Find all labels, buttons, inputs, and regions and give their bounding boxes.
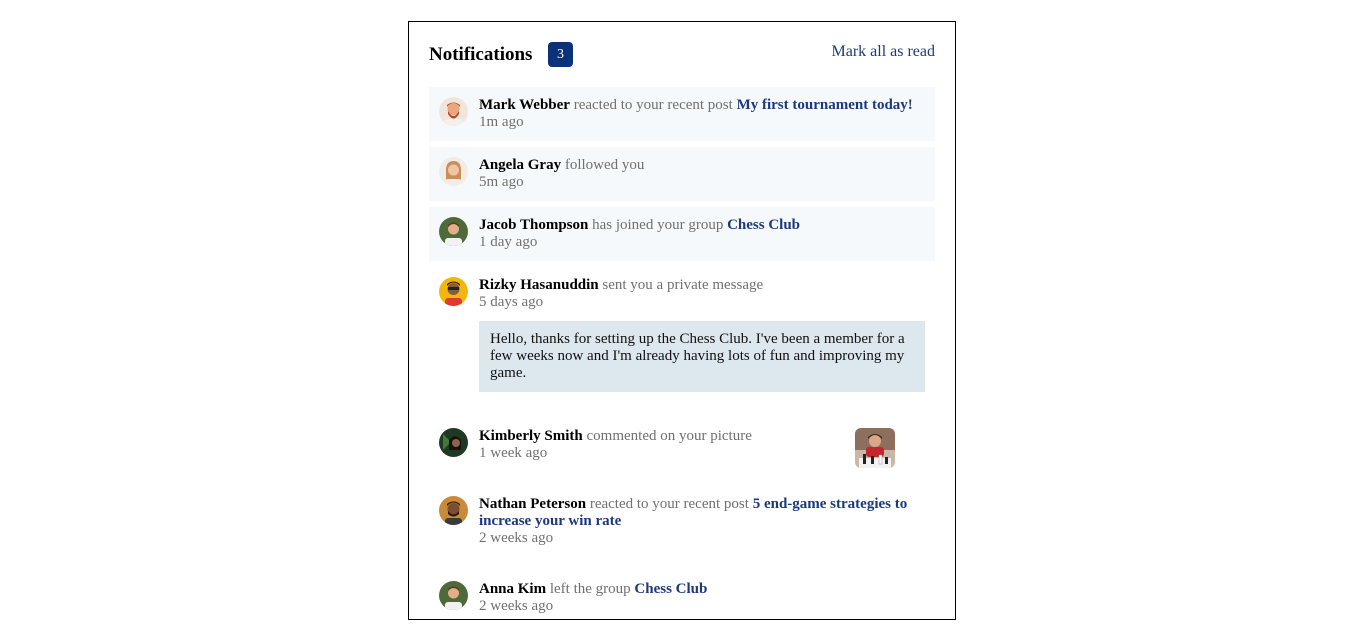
- notification-list: Mark Webber reacted to your recent post …: [429, 87, 935, 639]
- notification-item[interactable]: Angela Gray followed you 5m ago: [429, 147, 935, 201]
- notification-action: reacted to your recent post: [573, 97, 733, 113]
- page-title: Notifications: [429, 44, 533, 65]
- notification-time: 1m ago: [479, 114, 524, 130]
- avatar-icon[interactable]: [439, 428, 468, 457]
- notification-action: reacted to your recent post: [589, 496, 749, 512]
- mark-all-as-read-link[interactable]: Mark all as read: [831, 43, 935, 61]
- notification-user[interactable]: Angela Gray: [479, 157, 561, 173]
- avatar-icon[interactable]: [439, 277, 468, 306]
- notification-action: sent you a private message: [602, 277, 764, 293]
- avatar-icon[interactable]: [439, 97, 468, 126]
- notification-user[interactable]: Nathan Peterson: [479, 496, 586, 512]
- notification-target-link[interactable]: Chess Club: [634, 581, 707, 597]
- private-message-preview[interactable]: Hello, thanks for setting up the Chess C…: [479, 321, 925, 392]
- notification-time: 5m ago: [479, 174, 524, 190]
- avatar-icon[interactable]: [439, 217, 468, 246]
- notification-user[interactable]: Jacob Thompson: [479, 217, 588, 233]
- notification-target-link[interactable]: Chess Club: [727, 217, 800, 233]
- unread-count-badge: 3: [548, 42, 573, 67]
- notification-user[interactable]: Rizky Hasanuddin: [479, 277, 599, 293]
- avatar-icon[interactable]: [439, 581, 468, 610]
- notification-action: left the group: [549, 581, 631, 597]
- notification-action: has joined your group: [592, 217, 724, 233]
- notification-user[interactable]: Mark Webber: [479, 97, 570, 113]
- notification-time: 2 weeks ago: [479, 598, 554, 614]
- notification-time: 1 day ago: [479, 234, 538, 250]
- notification-item[interactable]: Mark Webber reacted to your recent post …: [429, 87, 935, 141]
- avatar-icon[interactable]: [439, 496, 468, 525]
- notification-item[interactable]: Jacob Thompson has joined your group Che…: [429, 207, 935, 261]
- notification-item[interactable]: Nathan Peterson reacted to your recent p…: [429, 486, 935, 557]
- notifications-header: Notifications 3 Mark all as read: [429, 42, 935, 72]
- notification-action: followed you: [564, 157, 645, 173]
- notification-user[interactable]: Anna Kim: [479, 581, 546, 597]
- notification-time: 2 weeks ago: [479, 530, 554, 546]
- notification-time: 5 days ago: [479, 294, 544, 310]
- chess-picture-icon[interactable]: [855, 428, 895, 468]
- notification-target-link[interactable]: My first tournament today!: [737, 97, 913, 113]
- notification-item[interactable]: Rizky Hasanuddin sent you a private mess…: [429, 267, 935, 404]
- notification-user[interactable]: Kimberly Smith: [479, 428, 583, 444]
- avatar-icon[interactable]: [439, 157, 468, 186]
- notification-item[interactable]: Kimberly Smith commented on your picture…: [429, 418, 935, 472]
- notification-item[interactable]: Anna Kim left the group Chess Club 2 wee…: [429, 571, 935, 625]
- notifications-panel: Notifications 3 Mark all as read Mark We…: [408, 21, 956, 620]
- notification-action: commented on your picture: [586, 428, 752, 444]
